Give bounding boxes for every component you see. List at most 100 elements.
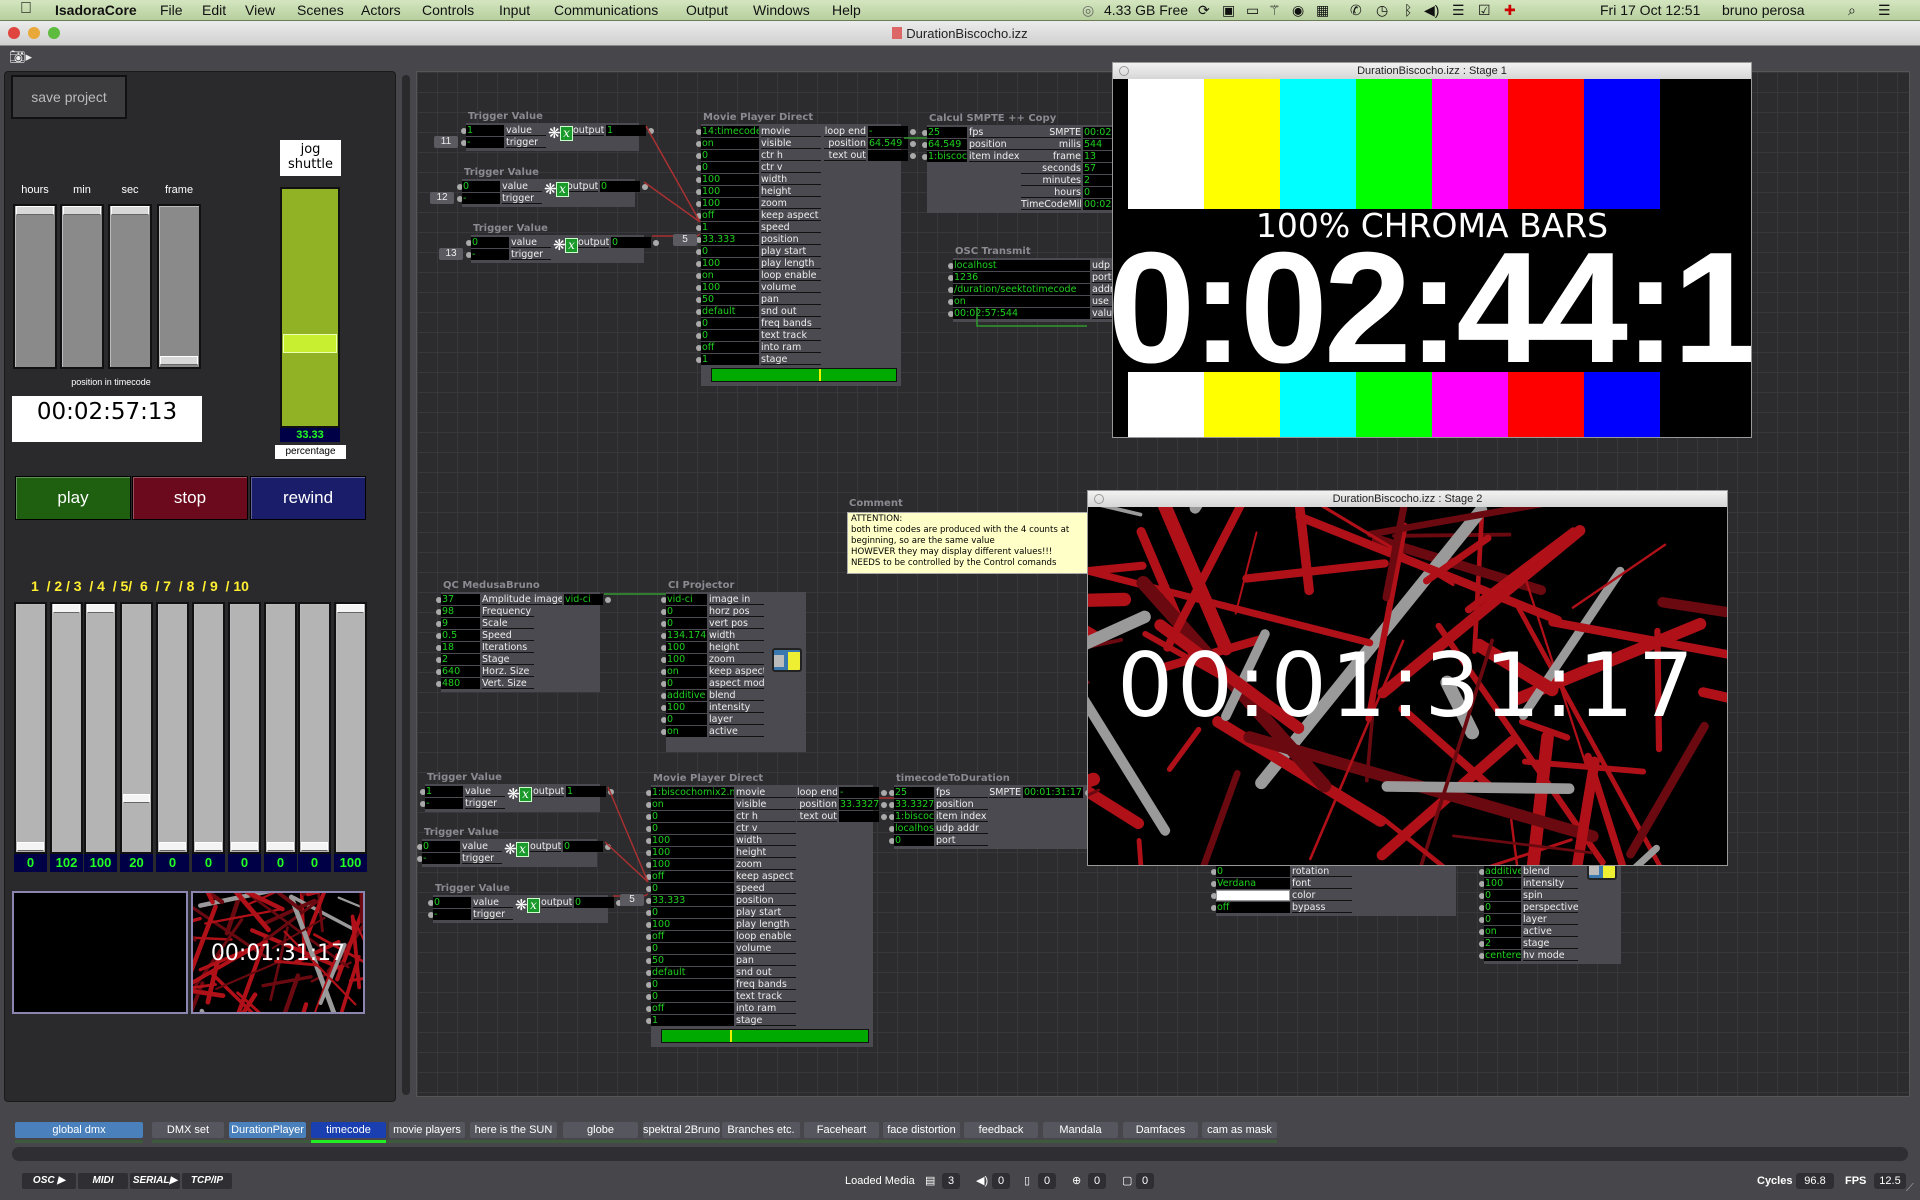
slider-handle[interactable] — [195, 842, 222, 851]
input-play-length[interactable]: 100 — [701, 258, 759, 269]
input-active[interactable]: on — [1484, 926, 1521, 937]
input-port[interactable]: 1236 — [953, 272, 1090, 283]
input-position[interactable]: 33.3327 — [894, 799, 934, 810]
input-text-track[interactable]: 0 — [701, 330, 759, 341]
channel-number-box[interactable]: 13 — [439, 248, 463, 260]
input-volume[interactable]: 100 — [701, 282, 759, 293]
input-freq-bands[interactable]: 0 — [651, 979, 734, 990]
input-scale[interactable]: 9 — [441, 618, 480, 629]
input-trigger[interactable]: - — [425, 798, 463, 809]
input-into-ram[interactable]: off — [701, 342, 759, 353]
menu-actors[interactable]: Actors — [361, 2, 401, 18]
input-value[interactable]: 0 — [471, 237, 509, 248]
input-value[interactable]: 0 — [433, 897, 471, 908]
input-trigger[interactable]: - — [433, 909, 471, 920]
notifications-icon[interactable]: ☰ — [1878, 2, 1891, 19]
resize-grip-icon[interactable]: ⟋ — [1906, 1182, 1914, 1195]
scene-tab[interactable]: cam as mask — [1202, 1122, 1277, 1138]
output-port[interactable] — [605, 844, 611, 850]
scene-tab[interactable]: DurationPlayer — [229, 1122, 306, 1138]
input-pan[interactable]: 50 — [701, 294, 759, 305]
channel-slider-9[interactable] — [298, 602, 331, 854]
memory-status[interactable]: 4.33 GB Free — [1104, 2, 1188, 18]
channel-slider-4[interactable] — [120, 602, 153, 854]
input-visible[interactable]: on — [651, 799, 734, 810]
input-color[interactable] — [1216, 890, 1290, 901]
input-position[interactable]: 33.333 — [651, 895, 734, 906]
input-text-track[interactable]: 0 — [651, 991, 734, 1002]
input-play-length[interactable]: 100 — [651, 919, 734, 930]
scene-tab[interactable]: spektral 2Bruno — [643, 1122, 720, 1138]
input-horz-pos[interactable]: 0 — [666, 606, 707, 617]
scene-tab[interactable]: Faceheart — [804, 1122, 879, 1138]
slider-handle[interactable] — [337, 604, 364, 613]
input-active[interactable]: on — [666, 726, 707, 737]
input-keep-aspect[interactable]: off — [701, 210, 759, 221]
output-port[interactable] — [642, 184, 648, 190]
input-height[interactable]: 100 — [666, 642, 707, 653]
scene-tab[interactable]: here is the SUN — [470, 1122, 557, 1138]
input-movie[interactable]: 14:timecode — [701, 126, 759, 137]
input-item-index[interactable]: 1:biscoc — [927, 151, 967, 162]
input-port[interactable]: 0 — [894, 835, 934, 846]
user-menu[interactable]: bruno perosa — [1722, 2, 1805, 18]
input-value[interactable]: 1 — [425, 786, 463, 797]
connection[interactable] — [645, 125, 701, 223]
input-ctr-v[interactable]: 0 — [651, 823, 734, 834]
input-height[interactable]: 100 — [651, 847, 734, 858]
antenna-icon[interactable]: ⚚ — [1268, 2, 1281, 19]
clipboard-icon[interactable]: ▣ — [1222, 2, 1235, 19]
input-hv-mode[interactable]: centered — [1484, 950, 1521, 961]
channel-number-box[interactable]: 12 — [430, 192, 454, 204]
input-aspect-mod[interactable]: 0 — [666, 678, 707, 689]
slider-handle[interactable] — [87, 604, 114, 613]
stage1-window[interactable]: DurationBiscocho.izz : Stage 1 100% CHRO… — [1112, 62, 1752, 438]
sec-slider[interactable] — [108, 204, 152, 369]
menu-input[interactable]: Input — [499, 2, 530, 18]
camera-icon[interactable]: 📷︎▸ — [9, 49, 32, 65]
input-stage[interactable]: 2 — [441, 654, 480, 665]
display-icon[interactable]: ▭ — [1246, 2, 1259, 19]
input-zoom[interactable]: 100 — [651, 859, 734, 870]
input-volume[interactable]: 0 — [651, 943, 734, 954]
jog-handle[interactable] — [283, 334, 337, 354]
output-port[interactable] — [605, 597, 611, 603]
input-trigger[interactable]: - — [466, 137, 504, 148]
slider-handle[interactable] — [159, 842, 186, 851]
input-addr[interactable]: /duration/seektotimecode — [953, 284, 1090, 295]
number-box[interactable]: 5 — [620, 894, 644, 906]
channel-slider-3[interactable] — [84, 602, 117, 854]
input-loop-enable[interactable]: off — [651, 931, 734, 942]
output-port[interactable] — [881, 802, 887, 808]
apple-icon[interactable]:  — [20, 0, 32, 18]
input-rotation[interactable]: 0 — [1216, 866, 1290, 877]
tcpip-button[interactable]: TCP/IP — [182, 1173, 232, 1189]
flag-icon[interactable]: ✚ — [1504, 2, 1516, 19]
scene-tab[interactable]: timecode — [311, 1122, 386, 1138]
input-stage[interactable]: 1 — [651, 1015, 734, 1026]
clock[interactable]: Fri 17 Oct 12:51 — [1600, 2, 1700, 18]
input-loop-enable[interactable]: on — [701, 270, 759, 281]
scene-tab[interactable]: global dmx — [15, 1122, 143, 1138]
scene-tab[interactable]: Branches etc. — [722, 1122, 800, 1138]
menu-view[interactable]: View — [245, 2, 275, 18]
input-width[interactable]: 100 — [651, 835, 734, 846]
stop-button[interactable]: stop — [132, 476, 248, 520]
input-frequency[interactable]: 98 — [441, 606, 480, 617]
input-play-start[interactable]: 0 — [651, 907, 734, 918]
input-intensity[interactable]: 100 — [666, 702, 707, 713]
scene-tab[interactable]: feedback — [964, 1122, 1038, 1138]
monitor-icon[interactable]: ☑ — [1478, 2, 1491, 19]
menu-file[interactable]: File — [160, 2, 183, 18]
output-port[interactable] — [881, 790, 887, 796]
record-icon[interactable]: ◉ — [1292, 2, 1304, 19]
save-project-button[interactable]: save project — [11, 75, 127, 119]
menu-help[interactable]: Help — [832, 2, 861, 18]
input-blend[interactable]: additive — [1484, 866, 1521, 877]
input-horz-size[interactable]: 640 — [441, 666, 480, 677]
input-speed[interactable]: 0.5 — [441, 630, 480, 641]
input-zoom[interactable]: 100 — [701, 198, 759, 209]
channel-slider-1[interactable] — [14, 602, 47, 854]
channel-slider-8[interactable] — [264, 602, 297, 854]
hours-slider[interactable] — [13, 204, 57, 369]
